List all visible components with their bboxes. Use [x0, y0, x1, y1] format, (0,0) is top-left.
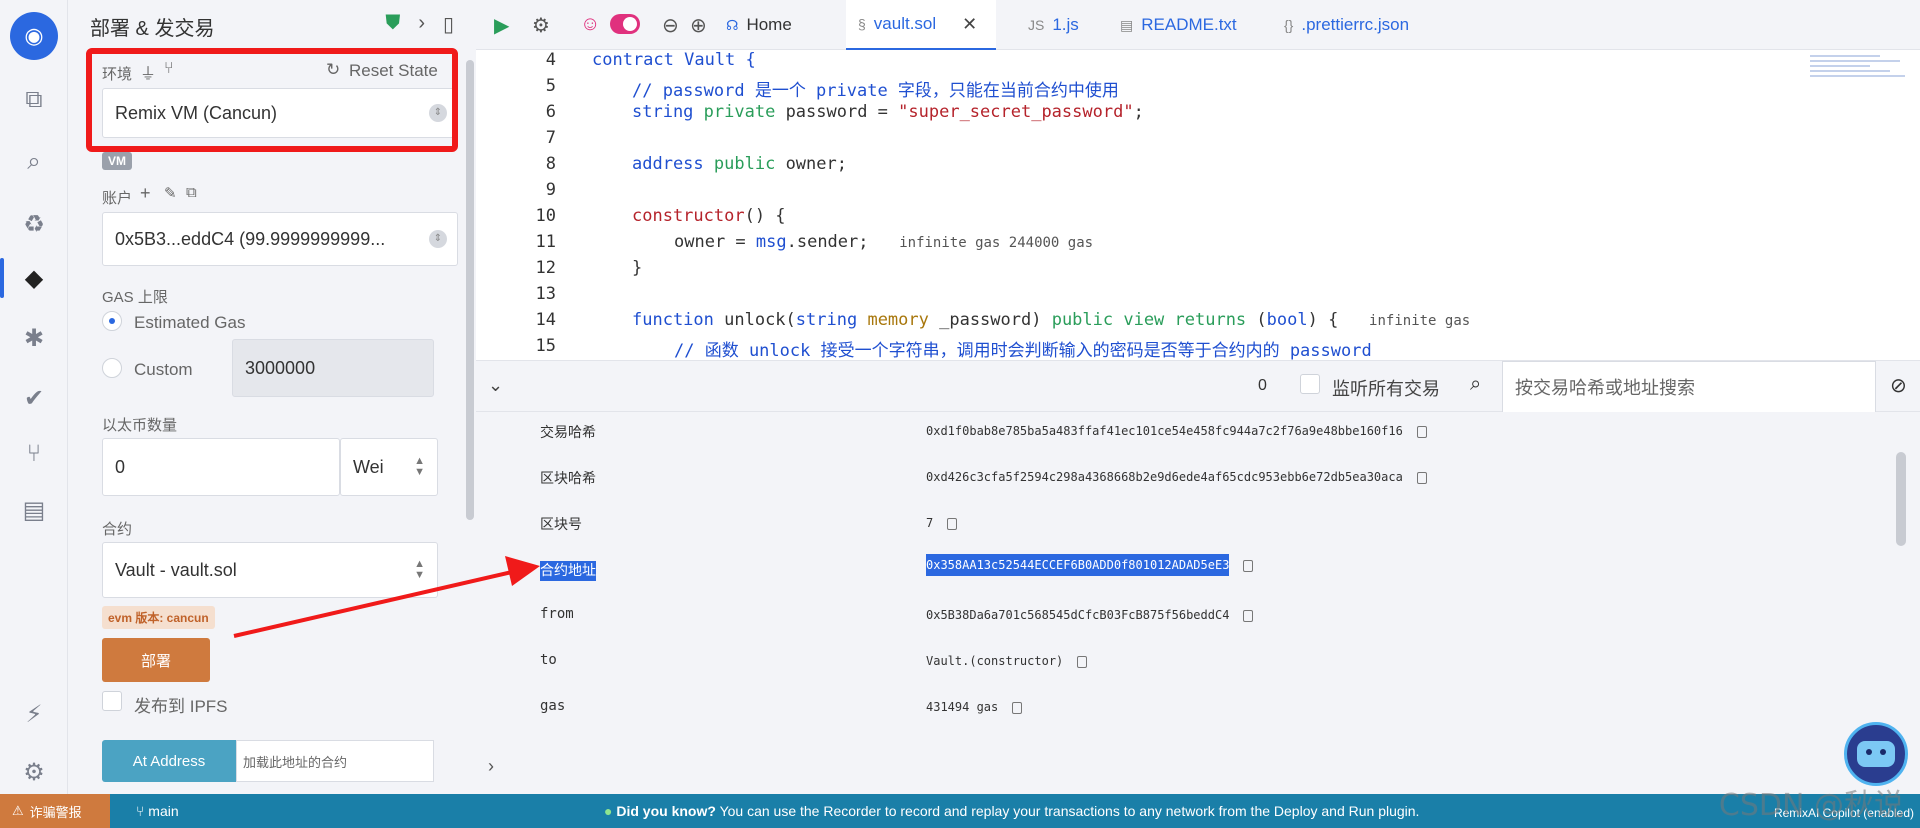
lightbulb-icon: ● [604, 803, 613, 819]
scam-alert-label: 诈骗警报 [29, 804, 82, 820]
remix-ide: ◉ ⧉ ⌕ ♻ ◆ ✱ ✔ ⑂ ▤ ⚡ ⚙ 部署 & 发交易 ⛊ › ▯ 环境 … [0, 0, 1920, 828]
branch-label: main [148, 803, 179, 819]
status-bar: ⚠ 诈骗警报 ⑂ main ● Did you know? You can use… [0, 794, 1920, 828]
git-branch[interactable]: ⑂ main [136, 803, 179, 819]
tip-title: Did you know? [616, 803, 716, 819]
tip-text: You can use the Recorder to record and r… [719, 803, 1420, 819]
scam-alert[interactable]: ⚠ 诈骗警报 [0, 794, 110, 828]
tip-bar: ● Did you know? You can use the Recorder… [604, 803, 1419, 819]
branch-icon: ⑂ [136, 803, 145, 819]
annotation-arrow [233, 556, 540, 638]
warning-icon: ⚠ [12, 803, 24, 818]
watermark: CSDN @秋说 [1718, 788, 1904, 823]
